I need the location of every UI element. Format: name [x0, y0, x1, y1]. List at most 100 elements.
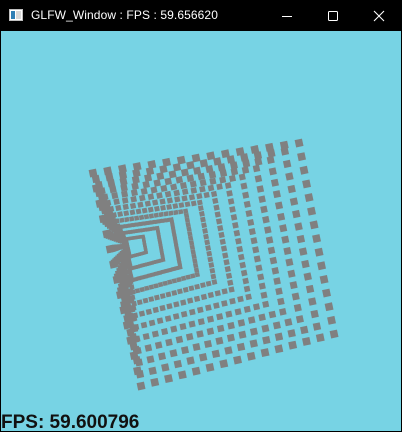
geometry-quad — [147, 160, 157, 169]
geometry-quad — [219, 169, 228, 178]
maximize-button[interactable] — [310, 0, 356, 31]
geometry-quad — [122, 203, 129, 210]
geometry-quad — [247, 316, 256, 324]
geometry-quad — [175, 335, 184, 344]
geometry-quad — [203, 339, 213, 349]
geometry-quad — [216, 313, 224, 321]
geometry-quad — [308, 297, 317, 306]
geometry-quad — [206, 327, 215, 336]
geometry-quad — [178, 202, 185, 209]
geometry-quad — [243, 285, 251, 293]
render-viewport[interactable]: FPS: 59.600796 — [1, 31, 401, 431]
geometry-quad — [289, 281, 298, 290]
geometry-quad — [212, 197, 219, 205]
geometry-quad — [207, 291, 214, 299]
geometry-quad — [131, 182, 139, 190]
geometry-quad — [277, 297, 285, 306]
geometry-quad — [144, 285, 150, 291]
geometry-quad — [186, 356, 195, 365]
geometry-quad — [205, 362, 215, 372]
minimize-icon — [282, 15, 292, 17]
geometry-quad — [196, 330, 204, 338]
geometry-quad — [314, 247, 324, 257]
geometry-quad — [145, 308, 153, 315]
geometry-quad — [119, 305, 129, 315]
geometry-quad — [150, 377, 160, 387]
geometry-quad — [258, 313, 266, 322]
geometry-quad — [186, 226, 192, 232]
geometry-quad — [158, 211, 164, 218]
geometry-quad — [280, 147, 290, 156]
geometry-quad — [194, 283, 201, 290]
geometry-quad — [202, 228, 208, 234]
geometry-quad — [179, 323, 187, 331]
window-title: GLFW_Window : FPS : 59.656620 — [31, 8, 218, 22]
geometry-quad — [250, 237, 258, 245]
geometry-quad — [132, 162, 142, 171]
geometry-quad — [302, 179, 312, 189]
geometry-quad — [129, 351, 139, 360]
geometry-quad — [249, 339, 258, 348]
geometry-quad — [294, 138, 304, 148]
geometry-quad — [282, 159, 292, 169]
geometry-quad — [176, 276, 182, 283]
geometry-quad — [224, 346, 233, 355]
geometry-quad — [271, 267, 280, 275]
geometry-quad — [229, 297, 236, 305]
geometry-quad — [159, 164, 168, 174]
geometry-quad — [185, 274, 191, 280]
geometry-quad — [319, 274, 329, 284]
geometry-quad — [136, 299, 143, 306]
geometry-quad — [299, 165, 309, 175]
geometry-quad — [103, 166, 113, 176]
geometry-quad — [151, 199, 159, 206]
geometry-quad — [160, 184, 168, 192]
geometry-quad — [239, 261, 247, 269]
geometry-quad — [216, 183, 223, 191]
geometry-quad — [243, 200, 251, 208]
geometry-quad — [184, 217, 191, 223]
minimize-button[interactable] — [264, 0, 310, 31]
geometry-quad — [160, 204, 166, 211]
geometry-quad — [233, 229, 241, 237]
geometry-quad — [196, 199, 203, 206]
geometry-quad — [324, 302, 334, 312]
title-bar[interactable]: GLFW_Window : FPS : 59.656620 — [0, 0, 402, 31]
geometry-quad — [187, 235, 194, 241]
geometry-quad — [159, 293, 166, 299]
geometry-quad — [236, 342, 246, 352]
geometry-quad — [138, 310, 146, 317]
geometry-quad — [109, 259, 118, 269]
geometry-quad — [245, 209, 253, 217]
app-icon — [9, 9, 23, 21]
close-button[interactable] — [356, 0, 402, 31]
geometry-quad — [166, 197, 174, 204]
geometry-quad — [173, 359, 183, 369]
geometry-quad — [129, 202, 137, 210]
geometry-quad — [242, 191, 250, 199]
geometry-quad — [168, 170, 177, 179]
geometry-quad — [224, 182, 232, 189]
geometry-quad — [237, 253, 245, 261]
geometry-quad — [241, 166, 250, 174]
geometry-quad — [119, 217, 125, 223]
geometry-quad — [138, 194, 146, 202]
geometry-quad — [248, 228, 256, 236]
geometry-quad — [242, 159, 251, 168]
geometry-quad — [249, 327, 258, 336]
geometry-quad — [139, 286, 145, 293]
geometry-quad — [170, 183, 178, 191]
geometry-quad — [302, 336, 311, 346]
geometry-quad — [180, 310, 188, 318]
geometry-quad — [217, 225, 224, 232]
geometry-quad — [222, 252, 229, 259]
geometry-quad — [275, 287, 283, 296]
geometry-quad — [256, 185, 265, 193]
geometry-quad — [153, 283, 159, 289]
geometry-quad — [186, 174, 195, 182]
geometry-quad — [147, 206, 154, 213]
geometry-quad — [140, 321, 148, 329]
geometry-quad — [169, 349, 178, 358]
geometry-quad — [301, 259, 310, 269]
geometry-quad — [121, 190, 129, 198]
